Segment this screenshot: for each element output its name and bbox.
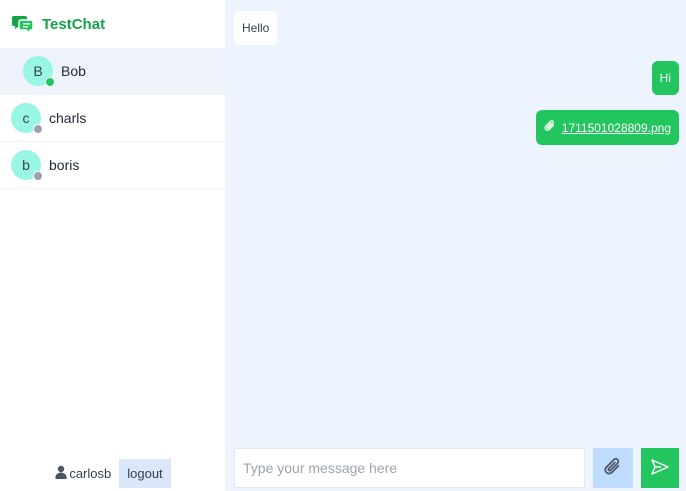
offline-status-icon [33, 171, 43, 181]
username: carlosb [69, 466, 112, 481]
attach-button[interactable] [593, 448, 634, 488]
send-icon [650, 457, 670, 480]
contact-item-boris[interactable]: b boris [0, 142, 225, 189]
message-file-attachment[interactable]: 1711501028809.png [535, 110, 679, 145]
user-icon [55, 465, 67, 482]
avatar: B [23, 56, 55, 87]
contact-item-charls[interactable]: c charls [0, 95, 225, 142]
paperclip-icon [544, 119, 556, 136]
contact-item-bob[interactable]: B Bob [0, 48, 225, 95]
avatar-initial: b [22, 157, 30, 173]
message-input[interactable] [234, 448, 586, 488]
offline-status-icon [33, 124, 43, 134]
file-link[interactable]: 1711501028809.png [562, 121, 671, 135]
message-composer [234, 448, 679, 488]
avatar-initial: c [22, 110, 30, 126]
online-status-icon [45, 77, 55, 87]
contact-name: Bob [61, 63, 86, 79]
avatar-initial: B [33, 63, 43, 79]
app-title: TestChat [42, 15, 106, 33]
contact-name: charls [49, 110, 87, 126]
message-text: Hi [659, 71, 671, 85]
avatar: c [11, 103, 43, 134]
sidebar: TestChat B Bob c charls b boris carlosb … [0, 0, 226, 491]
contact-name: boris [49, 157, 80, 173]
message-incoming: Hello [234, 11, 278, 45]
current-user-bar: carlosb logout [0, 459, 226, 488]
message-list: Hello Hi 1711501028809.png [226, 0, 686, 440]
brand-header: TestChat [0, 0, 225, 48]
message-text: Hello [242, 21, 270, 35]
send-button[interactable] [641, 448, 679, 488]
message-outgoing: Hi [651, 61, 679, 95]
current-user: carlosb [55, 465, 111, 482]
chat-bubbles-icon [12, 13, 34, 35]
avatar: b [11, 150, 43, 181]
app-window: TestChat B Bob c charls b boris carlosb … [0, 0, 686, 491]
paperclip-icon [603, 456, 623, 481]
logout-button[interactable]: logout [119, 459, 171, 488]
chat-panel: Hello Hi 1711501028809.png [226, 0, 686, 491]
